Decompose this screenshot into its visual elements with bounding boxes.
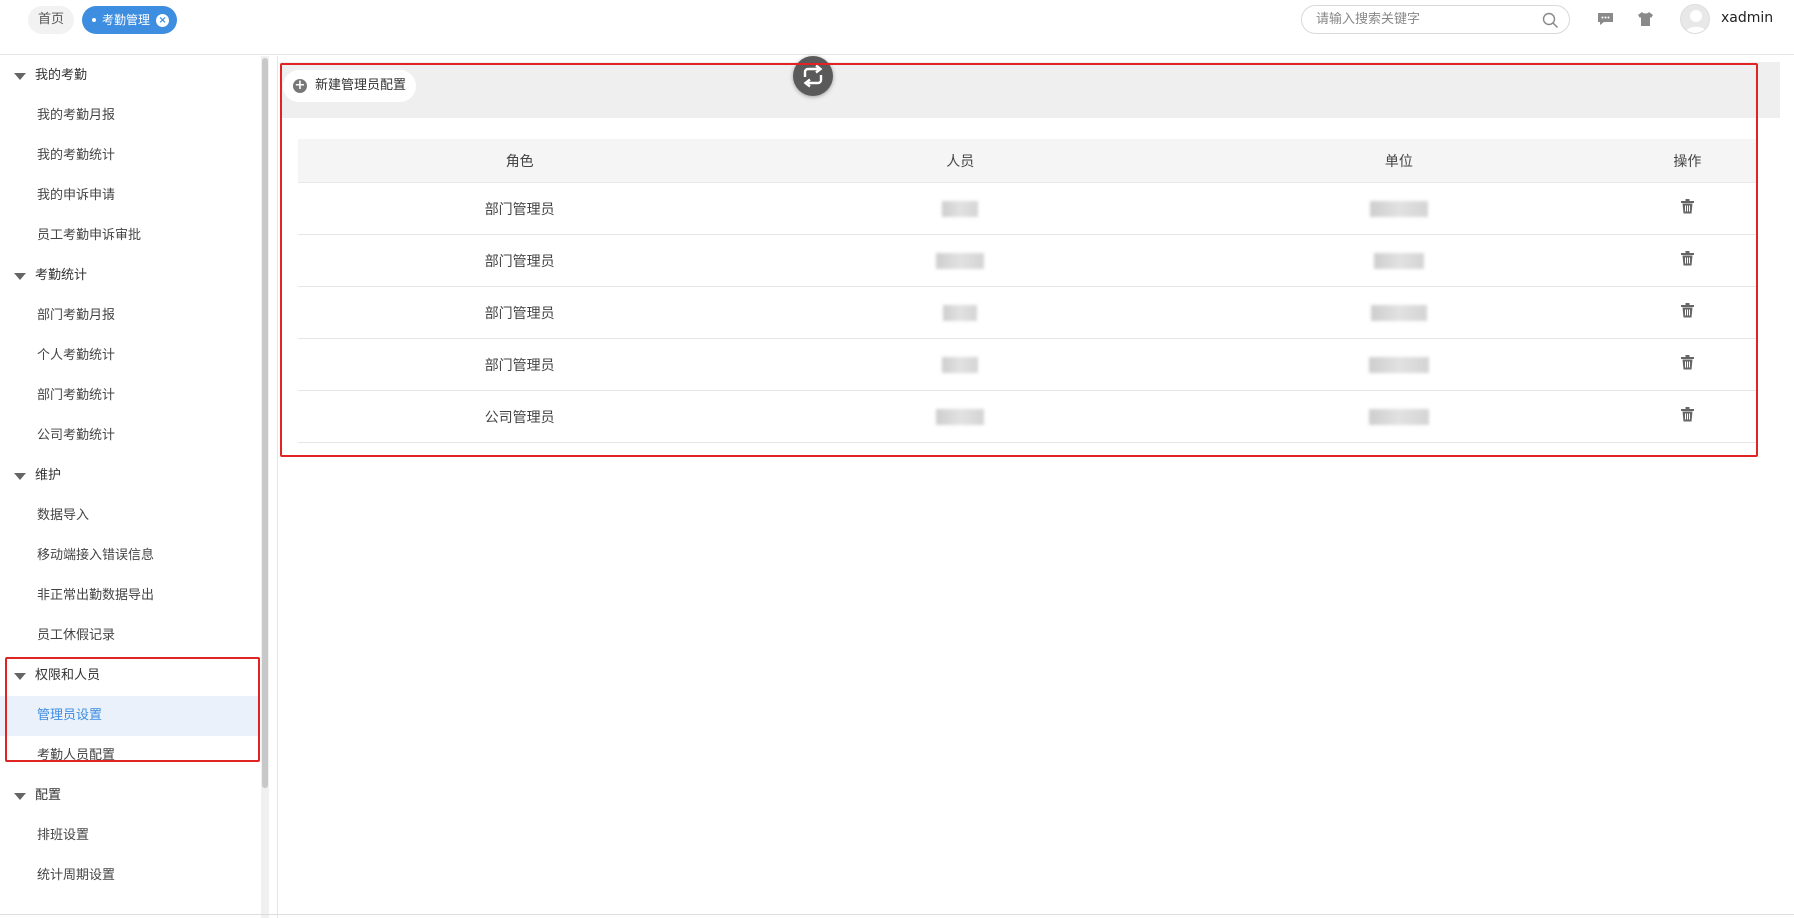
sidebar-item-company-stats[interactable]: 公司考勤统计	[0, 416, 260, 456]
sidebar-item-dept-stats[interactable]: 部门考勤统计	[0, 376, 260, 416]
search-box	[1301, 5, 1570, 34]
sidebar-item-abnormal-export[interactable]: 非正常出勤数据导出	[0, 576, 260, 616]
message-icon[interactable]	[1597, 11, 1614, 31]
caret-down-icon	[14, 273, 26, 280]
top-bar: 首页 考勤管理 × xadmin	[0, 0, 1794, 55]
sidebar-item-my-attendance-stats[interactable]: 我的考勤统计	[0, 136, 260, 176]
sidebar-item-my-appeals[interactable]: 我的申诉申请	[0, 176, 260, 216]
sidebar-group-config[interactable]: 配置	[0, 776, 260, 816]
sidebar-item-period-settings[interactable]: 统计周期设置	[0, 856, 260, 896]
search-icon[interactable]	[1542, 12, 1559, 33]
sidebar-group-my-attendance[interactable]: 我的考勤	[0, 56, 260, 96]
sidebar-group-attendance-stats[interactable]: 考勤统计	[0, 256, 260, 296]
username[interactable]: xadmin	[1721, 10, 1773, 26]
sidebar-item-shift-settings[interactable]: 排班设置	[0, 816, 260, 856]
sidebar-item-leave-records[interactable]: 员工休假记录	[0, 616, 260, 656]
bottom-divider	[0, 914, 1794, 915]
sidebar-item-personal-stats[interactable]: 个人考勤统计	[0, 336, 260, 376]
active-dot-icon	[92, 18, 96, 22]
sidebar-nav: 我的考勤 我的考勤月报 我的考勤统计 我的申诉申请 员工考勤申诉审批 考勤统计 …	[0, 56, 264, 918]
sidebar-highlight-box	[5, 657, 260, 762]
sidebar-item-my-monthly-report[interactable]: 我的考勤月报	[0, 96, 260, 136]
main-divider	[277, 56, 278, 918]
tab-label: 考勤管理	[102, 13, 151, 27]
user-avatar[interactable]	[1680, 4, 1710, 34]
caret-down-icon	[14, 473, 26, 480]
caret-down-icon	[14, 73, 26, 80]
sidebar-group-maintenance[interactable]: 维护	[0, 456, 260, 496]
sidebar-item-data-import[interactable]: 数据导入	[0, 496, 260, 536]
search-input[interactable]	[1314, 11, 1538, 28]
theme-shirt-icon[interactable]	[1637, 11, 1654, 31]
main-highlight-box	[280, 63, 1758, 457]
close-tab-icon[interactable]: ×	[156, 13, 170, 27]
caret-down-icon	[14, 793, 26, 800]
sidebar-item-appeal-approval[interactable]: 员工考勤申诉审批	[0, 216, 260, 256]
sidebar-item-dept-monthly-report[interactable]: 部门考勤月报	[0, 296, 260, 336]
tab-home[interactable]: 首页	[28, 6, 75, 34]
sidebar-item-mobile-errors[interactable]: 移动端接入错误信息	[0, 536, 260, 576]
tab-attendance-management[interactable]: 考勤管理 ×	[82, 6, 178, 34]
sidebar-scrollbar-thumb[interactable]	[262, 58, 268, 788]
